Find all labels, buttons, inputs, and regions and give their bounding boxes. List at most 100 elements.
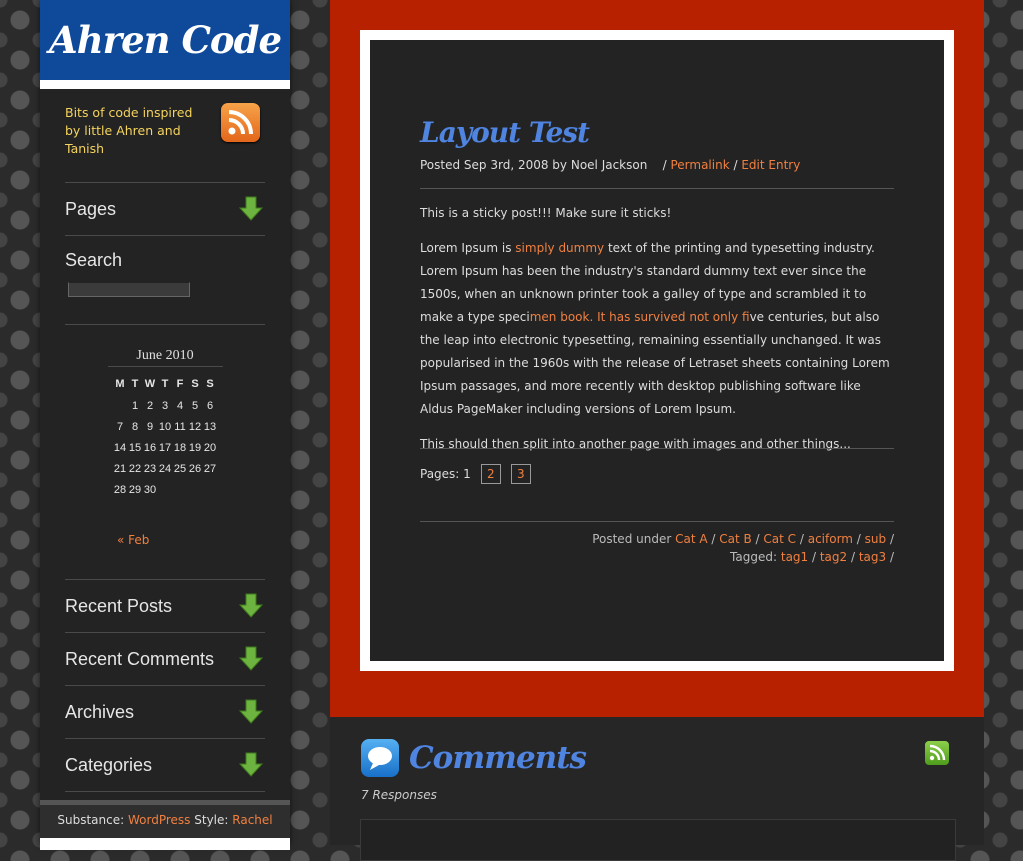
calendar-day [188,479,203,500]
tagline-section: Bits of code inspired by little Ahren an… [65,89,265,183]
weekday: S [191,378,199,390]
calendar-day: 22 [128,462,142,475]
specimen-link[interactable]: men book. It has survived not only fi [530,310,750,324]
calendar-day: 16 [143,441,157,454]
calendar-day: 23 [143,462,157,475]
calendar-day: 18 [173,441,187,454]
category-link[interactable]: aciform [808,532,853,546]
calendar-day [113,395,128,416]
calendar-day: 6 [206,399,214,412]
post-frame: Layout Test Posted Sep 3rd, 2008 by Noel… [360,30,954,671]
post-categories: Posted under Cat A / Cat B / Cat C / aci… [592,532,894,546]
down-arrow-icon[interactable] [239,592,263,618]
tag-link[interactable]: tag2 [820,550,847,564]
category-link[interactable]: sub [865,532,886,546]
calendar-day: 26 [188,462,202,475]
speech-bubble-icon [361,739,399,777]
calendar-day: 5 [191,399,199,412]
divider [420,521,894,522]
widget-recent-posts-title[interactable]: Recent Posts [65,580,265,632]
main-content: Layout Test Posted Sep 3rd, 2008 by Noel… [330,0,984,717]
calendar-week: 1 2 3 4 5 6 [113,395,218,416]
calendar-week: 7 8 9 10 11 12 13 [113,416,218,437]
widget-search-title: Search [65,250,123,270]
tagged-label: Tagged: [730,550,778,564]
widget-recent-comments[interactable]: Recent Comments [65,633,265,686]
calendar-day: 13 [203,420,217,433]
widget-categories-title[interactable]: Categories [65,739,265,791]
widget-recent-comments-title[interactable]: Recent Comments [65,633,265,685]
calendar-day: 19 [188,441,202,454]
down-arrow-icon[interactable] [239,751,263,777]
post-body: This is a sticky post!!! Make sure it st… [420,202,896,468]
post: Layout Test Posted Sep 3rd, 2008 by Noel… [370,40,944,661]
comments-rss-icon[interactable] [925,741,949,765]
category-link[interactable]: Cat A [675,532,707,546]
calendar-day: 15 [128,441,142,454]
widget-search: Search [65,236,265,325]
post-title[interactable]: Layout Test [420,116,590,149]
simply-dummy-link[interactable]: simply dummy [515,241,604,255]
post-paragraph: This should then split into another page… [420,437,851,451]
weekday: M [115,378,125,390]
calendar-day: 28 [113,483,127,496]
post-pagination: Pages: 1 2 3 [420,464,531,484]
calendar-day: 30 [143,483,157,496]
calendar-prev-link[interactable]: « Feb [117,533,149,547]
calendar-day: 24 [158,462,172,475]
calendar-day: 3 [161,399,169,412]
widget-pages-title[interactable]: Pages [65,183,265,235]
calendar-day: 7 [116,420,124,433]
category-link[interactable]: Cat C [763,532,796,546]
calendar-day [158,479,173,500]
calendar-week: 28 29 30 [113,479,218,500]
pages-label: Pages: 1 [420,467,471,481]
tag-link[interactable]: tag3 [859,550,886,564]
post-tags: Tagged: tag1 / tag2 / tag3 / [730,550,894,564]
widget-recent-posts[interactable]: Recent Posts [65,580,265,633]
widget-categories[interactable]: Categories [65,739,265,792]
calendar-day: 14 [113,441,127,454]
tag-link[interactable]: tag1 [781,550,808,564]
calendar-caption: June 2010 [107,348,223,367]
widget-pages[interactable]: Pages [65,183,265,236]
widget-archives[interactable]: Archives [65,686,265,739]
footer-substance-label: Substance: [57,813,125,827]
footer-wordpress-link[interactable]: WordPress [128,813,190,827]
page-2-link[interactable]: 2 [480,464,501,484]
calendar-day: 29 [128,483,142,496]
calendar-day [173,479,188,500]
footer-rachel-link[interactable]: Rachel [232,813,272,827]
weekday: S [206,378,214,390]
sidebar-footer: Substance: WordPress Style: Rachel [40,800,290,850]
down-arrow-icon[interactable] [239,195,263,221]
post-text: Lorem Ipsum is [420,241,516,255]
post-meta: Posted Sep 3rd, 2008 by Noel Jackson / P… [420,158,801,172]
widget-archives-title[interactable]: Archives [65,686,265,738]
weekday: T [161,378,169,390]
site-header: Ahren Code [40,0,290,89]
calendar-day: 1 [131,399,139,412]
down-arrow-icon[interactable] [239,698,263,724]
calendar-day: 27 [203,462,217,475]
post-footer: Posted under Cat A / Cat B / Cat C / aci… [592,530,894,566]
rss-feed-icon[interactable] [221,103,260,142]
posted-under-label: Posted under [592,532,672,546]
page-3-link[interactable]: 3 [510,464,531,484]
calendar-day [203,479,218,500]
calendar-weekday-row: M T W T F S S [113,373,218,395]
permalink-link[interactable]: Permalink [670,158,729,172]
post-meta-text: Posted Sep 3rd, 2008 by Noel Jackson [420,158,648,172]
divider [420,448,894,449]
post-paragraph: Lorem Ipsum is simply dummy text of the … [420,237,896,421]
edit-entry-link[interactable]: Edit Entry [741,158,800,172]
weekday: W [144,378,156,390]
calendar-day: 25 [173,462,187,475]
site-title[interactable]: Ahren Code [49,18,282,62]
calendar-day: 11 [174,420,186,433]
calendar-day: 12 [188,420,202,433]
search-input[interactable] [68,282,190,297]
down-arrow-icon[interactable] [239,645,263,671]
weekday: T [131,378,139,390]
category-link[interactable]: Cat B [719,532,751,546]
